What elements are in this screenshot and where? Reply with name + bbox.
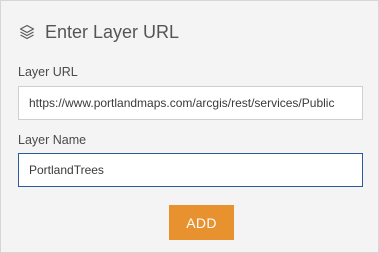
add-button[interactable]: ADD xyxy=(169,205,234,240)
layer-url-label: Layer URL xyxy=(18,65,78,79)
layers-icon xyxy=(18,23,36,41)
panel-header: Enter Layer URL xyxy=(18,18,179,46)
layer-url-input[interactable] xyxy=(18,86,363,120)
enter-layer-url-panel: Enter Layer URL Layer URL Layer Name ADD xyxy=(0,0,379,253)
layer-name-label: Layer Name xyxy=(18,133,87,147)
layer-name-input[interactable] xyxy=(18,153,363,187)
panel-title: Enter Layer URL xyxy=(45,22,180,42)
